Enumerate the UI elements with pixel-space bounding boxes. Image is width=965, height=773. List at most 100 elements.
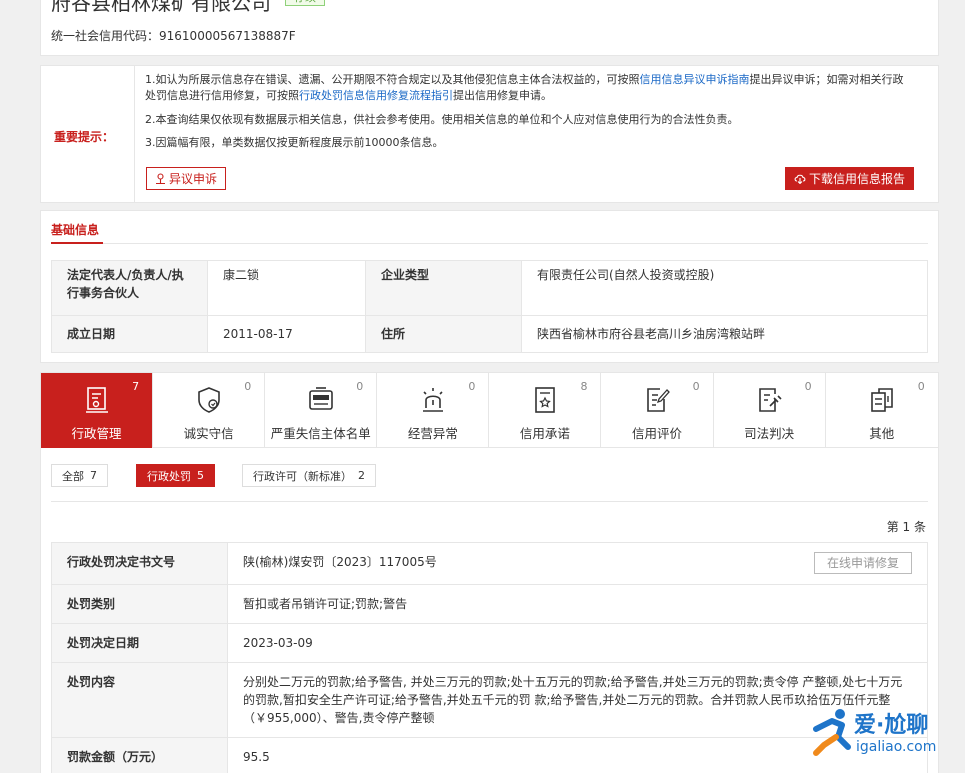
basic-info-section: 基础信息 法定代表人/负责人/执行事务合伙人 康二锁 企业类型 有限责任公司(自…: [40, 210, 939, 363]
filter-count: 7: [90, 469, 97, 482]
address-value: 陕西省榆林市府谷县老高川乡油房湾粮站畔: [520, 315, 929, 353]
cloud-download-icon: [794, 174, 806, 184]
notice-title: 重要提示：: [54, 130, 115, 144]
tab-label: 信用承诺: [519, 426, 570, 441]
established-date-label: 成立日期: [51, 315, 208, 353]
watermark-logo: 爱·尬聊 igaliao.com: [812, 703, 962, 765]
objection-icon: [155, 173, 165, 184]
company-type-value: 有限责任公司(自然人投资或控股): [520, 260, 929, 316]
online-repair-button[interactable]: 在线申请修复: [813, 552, 912, 574]
tab-label: 经营异常: [407, 426, 458, 441]
decision-date-value: 2023-03-09: [227, 623, 928, 663]
judgment-hammer-icon: [759, 388, 782, 412]
tab-label: 诚实守信: [183, 426, 234, 441]
filter-count: 5: [197, 469, 204, 482]
filter-all[interactable]: 全部 7: [51, 464, 108, 487]
untrustworthy-list-icon: [308, 387, 333, 410]
tab-other[interactable]: 其他 0: [826, 373, 938, 448]
table-row: 处罚决定日期 2023-03-09: [51, 623, 928, 663]
tab-count: 0: [244, 380, 252, 393]
filter-label: 行政处罚: [147, 469, 191, 483]
penalty-type-label: 处罚类别: [51, 584, 228, 624]
tab-label: 信用评价: [632, 426, 683, 441]
table-row: 处罚类别 暂扣或者吊销许可证;罚款;警告: [51, 584, 928, 624]
tab-administrative[interactable]: 行政管理 7: [41, 373, 154, 448]
fine-amount-label: 罚款金额（万元）: [51, 737, 228, 773]
notice-line-3: 3.因篇幅有限，单类数据仅按更新程度展示前10000条信息。: [145, 136, 444, 149]
credit-code-label: 统一社会信用代码：: [51, 29, 160, 43]
objection-guide-link[interactable]: 信用信息异议申诉指南: [640, 73, 750, 86]
penalty-content-label: 处罚内容: [51, 662, 228, 738]
company-type-label: 企业类型: [364, 260, 522, 316]
legal-rep-label: 法定代表人/负责人/执行事务合伙人: [51, 260, 208, 316]
tab-label: 其他: [869, 426, 895, 441]
notice-line-1: 1.如认为所展示信息存在错误、遗漏、公开期限不符合规定以及其他侵犯信息主体合法权…: [145, 72, 925, 104]
shield-credit-icon: [197, 387, 220, 413]
objection-button[interactable]: 异议申诉: [146, 167, 226, 190]
company-name: 府谷县柏林煤矿有限公司: [51, 0, 271, 15]
tab-untrustworthy-list[interactable]: 严重失信主体名单 0: [265, 373, 378, 448]
credit-records-section: 行政管理 7 诚实守信 0 严重失信主体名单 0 经营异常 0 信用承诺 8 信…: [40, 372, 939, 773]
divider: [51, 243, 928, 244]
commitment-certificate-icon: [535, 387, 555, 413]
repair-guide-link[interactable]: 行政处罚信息信用修复流程指引: [299, 89, 453, 102]
tab-count: 0: [356, 380, 364, 393]
alarm-light-icon: [422, 388, 443, 412]
table-row: 罚款金额（万元） 95.5: [51, 737, 928, 773]
notice-line-2: 2.本查询结果仅依现有数据展示相关信息，供社会参考使用。使用相关信息的单位和个人…: [145, 113, 739, 126]
tab-business-abnormal[interactable]: 经营异常 0: [377, 373, 490, 448]
watermark-brand: 爱·尬聊: [854, 713, 929, 738]
table-row: 处罚内容 分别处二万元的罚款;给予警告, 并处三万元的罚款;处十五万元的罚款;给…: [51, 662, 928, 738]
tab-count: 0: [804, 380, 812, 393]
download-report-button[interactable]: 下载信用信息报告: [785, 167, 914, 190]
notice-text: 提出信用修复申请。: [453, 89, 552, 102]
filter-administrative-license[interactable]: 行政许可（新标准） 2: [242, 464, 376, 487]
filter-administrative-penalty[interactable]: 行政处罚 5: [136, 464, 215, 487]
filter-count: 2: [358, 469, 365, 482]
notice-text: 处罚信息进行信用修复，可按照: [145, 89, 299, 102]
tab-count: 8: [580, 380, 588, 393]
notice-text: 提出异议申诉；如需对相关行政: [749, 73, 904, 86]
tab-label: 行政管理: [71, 426, 122, 441]
active-tab-underline: [51, 242, 103, 244]
tab-label: 严重失信主体名单: [270, 426, 371, 441]
important-notice: 重要提示： 1.如认为所展示信息存在错误、遗漏、公开期限不符合规定以及其他侵犯信…: [40, 65, 939, 203]
table-row: 行政处罚决定书文号 陕(榆林)煤安罚〔2023〕117005号 在线申请修复: [51, 542, 928, 585]
decision-number-value: 陕(榆林)煤安罚〔2023〕117005号: [243, 555, 437, 569]
notice-divider: [134, 66, 135, 202]
penalty-detail-table: 行政处罚决定书文号 陕(榆林)煤安罚〔2023〕117005号 在线申请修复 处…: [51, 542, 928, 773]
tab-credit-commitment[interactable]: 信用承诺 8: [489, 373, 602, 448]
tab-count: 0: [468, 380, 476, 393]
objection-button-label: 异议申诉: [168, 172, 217, 186]
watermark-domain: igaliao.com: [856, 739, 937, 755]
address-label: 住所: [364, 315, 522, 353]
tab-count: 0: [917, 380, 925, 393]
notice-text: 1.如认为所展示信息存在错误、遗漏、公开期限不符合规定以及其他侵犯信息主体合法权…: [145, 73, 640, 86]
status-badge: 存续: [285, 0, 325, 6]
decision-number-label: 行政处罚决定书文号: [51, 542, 228, 585]
established-date-value: 2011-08-17: [207, 315, 366, 353]
penalty-type-value: 暂扣或者吊销许可证;罚款;警告: [227, 584, 928, 624]
legal-rep-value: 康二锁: [207, 260, 366, 316]
filter-label: 行政许可（新标准）: [253, 469, 352, 483]
record-index: 第 1 条: [886, 520, 926, 534]
credit-code-value: 91610000567138887F: [159, 29, 296, 43]
download-button-label: 下载信用信息报告: [808, 172, 905, 186]
company-header: 府谷县柏林煤矿有限公司 存续 统一社会信用代码：9161000056713888…: [40, 0, 939, 56]
tab-honesty[interactable]: 诚实守信 0: [153, 373, 266, 448]
tab-label: 司法判决: [744, 426, 795, 441]
evaluation-pen-icon: [647, 388, 670, 412]
running-person-icon: [813, 709, 851, 756]
filter-label: 全部: [62, 469, 84, 483]
tab-basic-info[interactable]: 基础信息: [51, 221, 99, 238]
tab-credit-evaluation[interactable]: 信用评价 0: [601, 373, 714, 448]
decision-number-cell: 陕(榆林)煤安罚〔2023〕117005号 在线申请修复: [227, 542, 928, 585]
credit-code-line: 统一社会信用代码：91610000567138887F: [51, 27, 296, 44]
tab-judicial-judgment[interactable]: 司法判决 0: [714, 373, 826, 448]
decision-date-label: 处罚决定日期: [51, 623, 228, 663]
other-docs-icon: [870, 388, 893, 412]
document-stamp-icon: [85, 387, 108, 413]
table-row: 法定代表人/负责人/执行事务合伙人 康二锁 企业类型 有限责任公司(自然人投资或…: [51, 260, 929, 316]
table-row: 成立日期 2011-08-17 住所 陕西省榆林市府谷县老高川乡油房湾粮站畔: [51, 315, 929, 353]
tab-count: 7: [132, 380, 140, 393]
